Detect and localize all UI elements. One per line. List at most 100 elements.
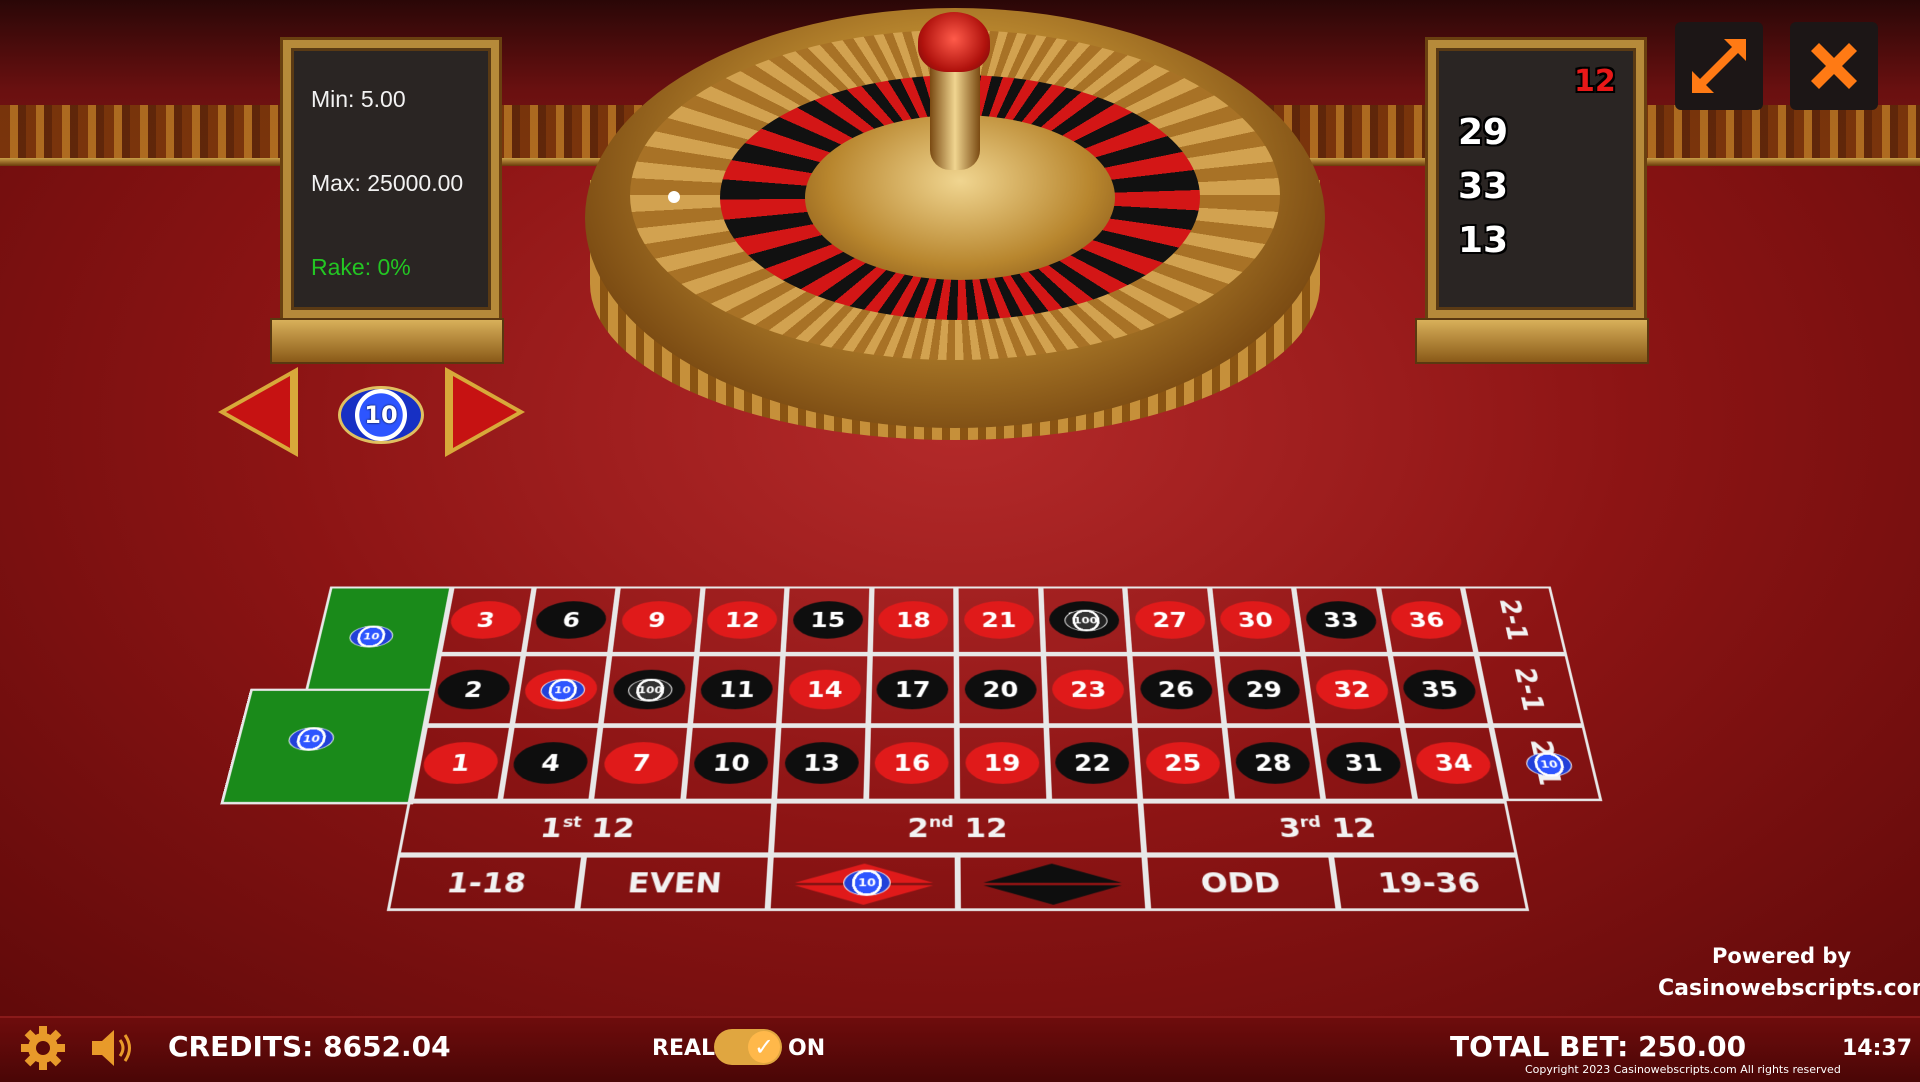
dozen-1-bet[interactable]: 1st 12 (397, 801, 775, 855)
number-cell[interactable]: 25 (1134, 725, 1232, 802)
dozen-label: 12 (589, 811, 637, 844)
black-bet[interactable] (957, 854, 1149, 912)
dozen-number: 1 (538, 811, 565, 844)
number-label: 32 (1313, 669, 1392, 710)
close-icon (1811, 43, 1857, 89)
zero-bottom[interactable] (220, 688, 436, 805)
number-cell[interactable]: 9 (609, 586, 703, 655)
number-cell[interactable]: 1 (407, 725, 512, 802)
odd-label: ODD (1199, 866, 1283, 900)
number-cell[interactable]: 31 (1312, 725, 1415, 802)
limits-board-base (270, 318, 504, 364)
number-cell[interactable]: 26 (1129, 654, 1224, 726)
close-button[interactable] (1790, 22, 1878, 110)
number-cell[interactable]: 10 (682, 725, 779, 802)
powered-by-site: Casinowebscripts.com (1658, 976, 1920, 1001)
number-cell[interactable]: 20 (956, 654, 1046, 726)
bet-chip: 100 (1063, 609, 1108, 632)
rose-ornament (918, 12, 990, 72)
history-number: 13 (1458, 220, 1509, 261)
low-bet[interactable]: 1-18 (386, 854, 585, 912)
red-bet[interactable]: 10 (767, 854, 958, 912)
expand-arrows-icon (1692, 39, 1746, 93)
history-board: 12 29 33 13 (1428, 40, 1644, 318)
number-cell[interactable]: 32 (1302, 654, 1402, 726)
sound-button[interactable] (88, 1025, 138, 1071)
number-cell[interactable]: 4 (499, 725, 601, 802)
selected-chip[interactable]: 10 (338, 386, 424, 444)
high-label: 19-36 (1376, 866, 1483, 900)
low-label: 1-18 (444, 866, 529, 900)
number-cell[interactable]: 29 (1216, 654, 1313, 726)
number-cell[interactable]: 30 (1209, 586, 1303, 655)
chip-prev-arrow[interactable] (218, 367, 298, 457)
history-last-number: 12 (1574, 64, 1616, 99)
high-bet[interactable]: 19-36 (1330, 854, 1530, 912)
dozen-label: 12 (964, 811, 1008, 844)
number-cell[interactable]: 22 (1045, 725, 1141, 802)
number-label: 13 (783, 742, 860, 784)
column-bet-top[interactable]: 2-1 (1462, 586, 1567, 655)
history-number: 29 (1458, 112, 1509, 153)
odd-bet[interactable]: ODD (1144, 854, 1339, 912)
speaker-icon (92, 1030, 131, 1066)
min-limit: Min: 5.00 (311, 86, 406, 112)
number-cell[interactable]: 12 (696, 586, 788, 655)
dozen-suffix: st (561, 813, 583, 832)
number-cell[interactable]: 36 (1377, 586, 1477, 655)
number-label: 28 (1233, 742, 1313, 784)
credits-display: CREDITS: 8652.04 (168, 1030, 451, 1063)
number-cell[interactable]: 3 (436, 586, 534, 655)
number-label: 10 (692, 742, 770, 784)
number-cell[interactable]: 2 (422, 654, 524, 726)
limits-board: Min: 5.00 Max: 25000.00 Rake: 0% (283, 40, 499, 318)
history-number: 33 (1458, 166, 1509, 207)
number-cell[interactable]: 13 (774, 725, 868, 802)
clock: 14:37 (1842, 1036, 1913, 1061)
column-bet-middle[interactable]: 2-1 (1476, 654, 1585, 726)
number-cell[interactable]: 34 (1401, 725, 1507, 802)
number-cell[interactable]: 15 (783, 586, 872, 655)
number-label: 29 (1225, 669, 1303, 710)
even-bet[interactable]: EVEN (577, 854, 771, 912)
number-label: 2 (433, 669, 513, 710)
check-icon: ✓ (748, 1031, 780, 1063)
number-cell[interactable]: 21 (955, 586, 1043, 655)
number-label: 9 (619, 601, 694, 639)
number-label: 21 (963, 601, 1035, 639)
number-cell[interactable]: 19 (956, 725, 1049, 802)
number-cell[interactable]: 27 (1124, 586, 1217, 655)
number-cell[interactable]: 11 (689, 654, 784, 726)
number-cell[interactable]: 33 (1293, 586, 1390, 655)
number-cell[interactable]: 23 (1042, 654, 1135, 726)
number-label: 30 (1218, 601, 1293, 639)
number-cell[interactable]: 28 (1223, 725, 1324, 802)
number-label: 34 (1412, 742, 1495, 784)
number-label: 6 (533, 601, 609, 639)
dozen-3-bet[interactable]: 3rd 12 (1140, 801, 1518, 855)
dozen-2-bet[interactable]: 2nd 12 (770, 801, 1145, 855)
fullscreen-button[interactable] (1675, 22, 1763, 110)
number-cell[interactable]: 7 (591, 725, 690, 802)
number-label: 35 (1400, 669, 1480, 710)
number-cell[interactable]: 14 (778, 654, 870, 726)
number-cell[interactable]: 17 (867, 654, 957, 726)
on-label: ON (788, 1036, 826, 1061)
number-cell[interactable]: 35 (1389, 654, 1491, 726)
number-cell[interactable]: 18 (869, 586, 957, 655)
number-label: 1 (419, 742, 501, 784)
real-toggle[interactable]: ✓ (714, 1029, 782, 1065)
settings-button[interactable] (20, 1025, 66, 1071)
powered-by: Powered by (1712, 944, 1852, 968)
dozen-label: 12 (1330, 811, 1378, 844)
number-label: 14 (787, 669, 862, 710)
number-label: 36 (1388, 601, 1466, 639)
number-cell[interactable]: 16 (865, 725, 958, 802)
number-label: 12 (705, 601, 779, 639)
dozen-suffix: nd (928, 813, 954, 832)
bet-chip: 10 (842, 869, 891, 896)
history-board-base (1415, 318, 1649, 364)
number-cell[interactable]: 6 (523, 586, 619, 655)
column-label: 2-1 (1492, 599, 1536, 641)
chip-next-arrow[interactable] (445, 367, 525, 457)
